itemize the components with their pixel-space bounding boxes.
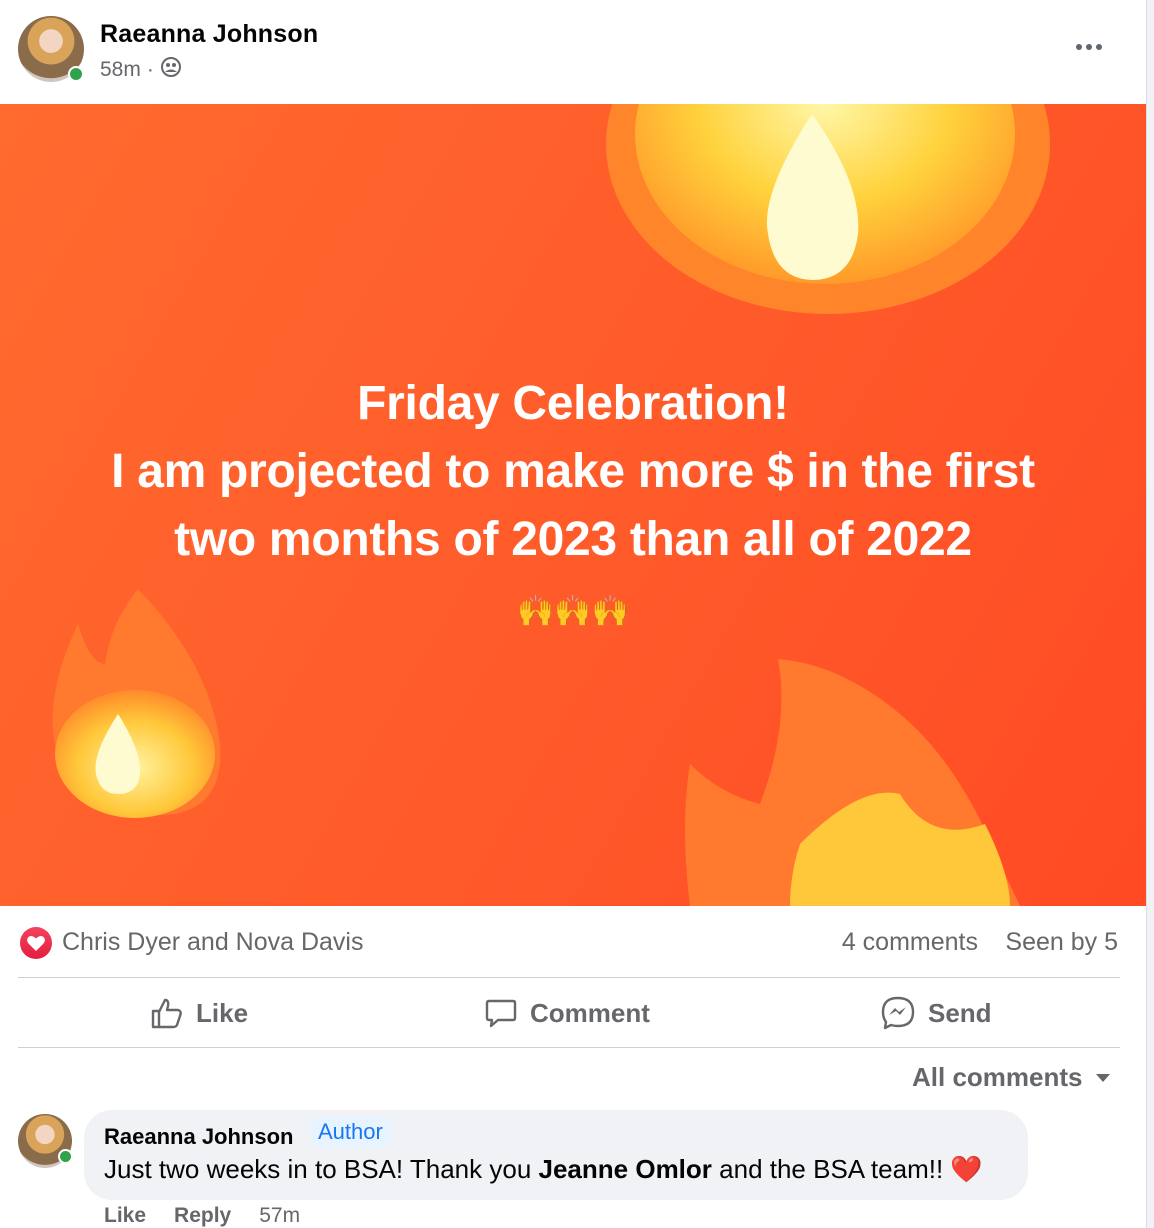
comment-timestamp[interactable]: 57m bbox=[259, 1204, 300, 1228]
send-button[interactable]: Send bbox=[880, 988, 992, 1038]
post-banner[interactable]: Friday Celebration! I am projected to ma… bbox=[0, 104, 1146, 906]
heart-emoji: ❤️ bbox=[950, 1154, 983, 1184]
commenter-name[interactable]: Raeanna Johnson bbox=[104, 1124, 293, 1150]
author-badge: Author bbox=[310, 1117, 391, 1147]
comment-reply-link[interactable]: Reply bbox=[174, 1204, 231, 1228]
commenter-avatar[interactable] bbox=[18, 1114, 73, 1168]
post-timestamp[interactable]: 58m bbox=[100, 58, 141, 82]
more-horizontal-icon bbox=[1076, 44, 1082, 50]
like-label: Like bbox=[196, 997, 249, 1028]
banner-line-3: two months of 2023 than all of 2022 bbox=[174, 513, 972, 566]
divider bbox=[18, 1047, 1120, 1048]
mention-link[interactable]: Jeanne Omlor bbox=[539, 1154, 712, 1184]
group-icon bbox=[160, 56, 182, 84]
post-meta: 58m · bbox=[100, 56, 182, 84]
online-status-dot bbox=[68, 66, 84, 82]
comment-text-part: and the BSA team!! bbox=[711, 1154, 951, 1184]
author-name[interactable]: Raeanna Johnson bbox=[100, 20, 318, 49]
like-button[interactable]: Like bbox=[150, 988, 248, 1038]
divider bbox=[18, 977, 1120, 978]
author-avatar[interactable] bbox=[18, 16, 84, 82]
send-label: Send bbox=[928, 997, 992, 1028]
more-dot bbox=[1086, 44, 1092, 50]
comments-sort-dropdown[interactable]: All comments bbox=[912, 1062, 1111, 1093]
more-options-button[interactable] bbox=[1066, 32, 1112, 62]
post-card: Raeanna Johnson 58m · Friday Celebration… bbox=[0, 0, 1147, 1228]
comment-button[interactable]: Comment bbox=[484, 988, 650, 1038]
thumbs-up-icon bbox=[151, 998, 182, 1029]
banner-line-2: I am projected to make more $ in the fir… bbox=[111, 445, 1035, 498]
banner-line-1: Friday Celebration! bbox=[357, 377, 789, 430]
more-dot bbox=[1096, 44, 1102, 50]
reaction-names[interactable]: Chris Dyer and Nova Davis bbox=[62, 928, 364, 957]
comment-text: Just two weeks in to BSA! Thank you Jean… bbox=[104, 1154, 983, 1185]
messenger-icon bbox=[881, 996, 915, 1030]
raised-hands-emojis: 🙌🙌🙌 bbox=[516, 595, 630, 628]
comment-bubble: Raeanna Johnson Author Just two weeks in… bbox=[84, 1110, 1028, 1200]
comment-count[interactable]: 4 comments bbox=[842, 928, 978, 957]
comment-text-part: Just two weeks in to BSA! Thank you bbox=[104, 1154, 539, 1184]
comment-like-link[interactable]: Like bbox=[104, 1204, 146, 1228]
reactions-summary: Chris Dyer and Nova Davis 4 comments See… bbox=[18, 924, 1120, 964]
seen-by-count[interactable]: Seen by 5 bbox=[1005, 928, 1118, 957]
comments-sort-label: All comments bbox=[912, 1062, 1083, 1092]
comment-icon bbox=[485, 999, 517, 1028]
comment-label: Comment bbox=[530, 997, 650, 1028]
chevron-down-icon bbox=[1095, 1073, 1110, 1082]
online-status-dot bbox=[58, 1149, 73, 1164]
heart-icon[interactable] bbox=[20, 927, 52, 959]
comment-actions: Like Reply 57m bbox=[104, 1204, 300, 1228]
meta-separator: · bbox=[146, 58, 154, 81]
